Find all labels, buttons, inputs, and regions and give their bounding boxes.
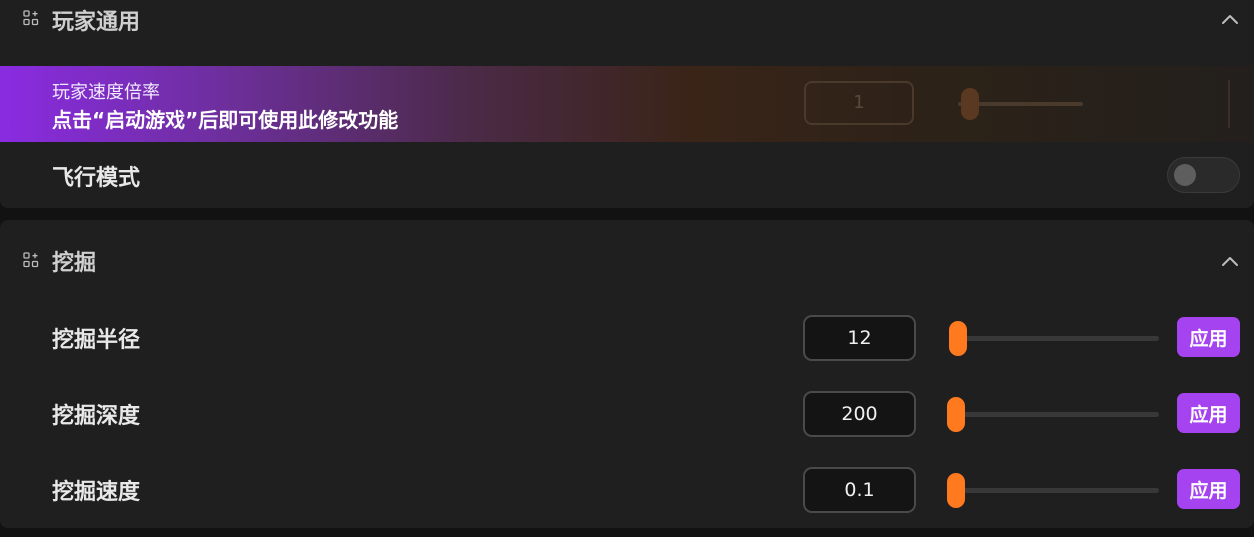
dig-radius-apply-button[interactable]: 应用 bbox=[1177, 317, 1240, 357]
flight-mode-toggle[interactable] bbox=[1167, 157, 1240, 193]
dig-depth-slider[interactable] bbox=[943, 397, 1159, 432]
toggle-knob bbox=[1174, 164, 1196, 186]
apply-button-edge bbox=[1228, 80, 1230, 128]
chevron-up-icon[interactable] bbox=[1220, 254, 1240, 268]
start-game-hint: 点击“启动游戏”后即可使用此修改功能 bbox=[52, 108, 399, 132]
player-general-panel: 玩家通用 玩家速度倍率 点击“启动游戏”后即可使用此修改功能 1 飞行模式 bbox=[0, 0, 1254, 208]
slider-thumb[interactable] bbox=[946, 473, 965, 508]
flight-mode-label: 飞行模式 bbox=[52, 166, 141, 191]
player-speed-input: 1 bbox=[804, 81, 914, 125]
player-general-header[interactable]: 玩家通用 bbox=[0, 0, 1254, 52]
dig-radius-slider[interactable] bbox=[943, 321, 1159, 356]
dig-depth-apply-button[interactable]: 应用 bbox=[1177, 393, 1240, 433]
dig-speed-apply-button[interactable]: 应用 bbox=[1177, 469, 1240, 509]
slider-thumb[interactable] bbox=[946, 397, 965, 432]
grid-plus-icon bbox=[23, 252, 39, 268]
chevron-up-icon[interactable] bbox=[1220, 12, 1240, 26]
speed-locked-overlay: 玩家速度倍率 点击“启动游戏”后即可使用此修改功能 1 bbox=[0, 66, 1254, 142]
slider-track bbox=[951, 488, 1159, 493]
player-general-title: 玩家通用 bbox=[52, 10, 141, 35]
dig-speed-slider[interactable] bbox=[943, 473, 1159, 508]
slider-thumb[interactable] bbox=[948, 321, 967, 356]
dig-title: 挖掘 bbox=[52, 251, 97, 276]
dig-speed-input[interactable] bbox=[803, 467, 916, 513]
dig-speed-label: 挖掘速度 bbox=[52, 480, 141, 505]
player-speed-slider-thumb bbox=[961, 88, 979, 120]
dig-radius-label: 挖掘半径 bbox=[52, 328, 141, 353]
dig-panel: 挖掘 挖掘半径 应用 挖掘深度 应用 挖掘速度 应用 bbox=[0, 220, 1254, 528]
grid-plus-icon bbox=[23, 10, 39, 26]
dig-radius-input[interactable] bbox=[803, 315, 916, 361]
dig-depth-label: 挖掘深度 bbox=[52, 404, 141, 429]
slider-track bbox=[951, 412, 1159, 417]
player-speed-label: 玩家速度倍率 bbox=[52, 82, 160, 103]
dig-depth-input[interactable] bbox=[803, 391, 916, 437]
slider-track bbox=[951, 336, 1159, 341]
dig-header[interactable]: 挖掘 bbox=[0, 220, 1254, 276]
